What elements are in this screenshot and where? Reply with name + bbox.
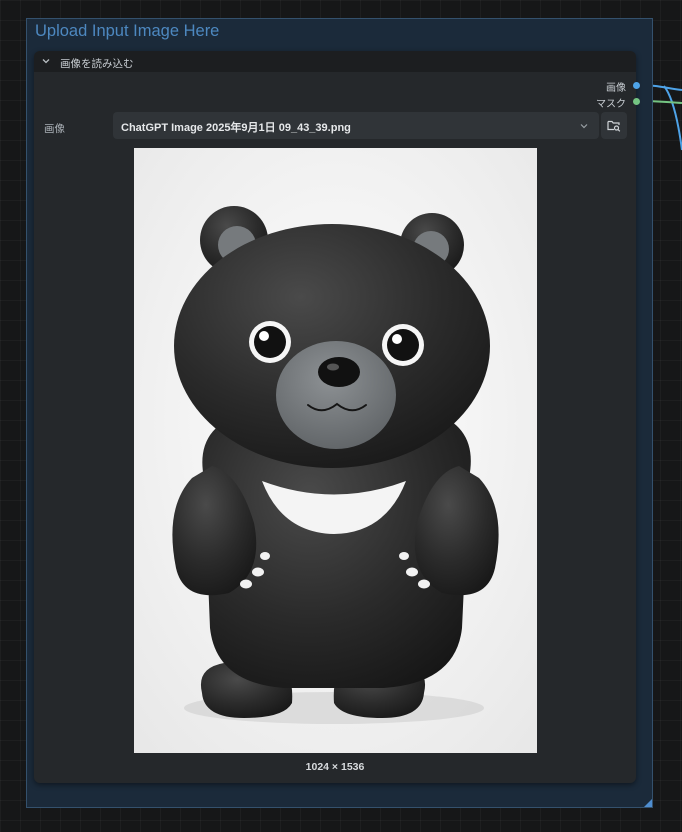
folder-search-icon [607, 120, 621, 132]
load-image-node[interactable]: 画像を読み込む 画像 マスク 画像 ChatGPT Image 2025年9月1… [34, 51, 640, 783]
node-header[interactable]: 画像を読み込む [34, 51, 636, 72]
image-field-label: 画像 [44, 123, 65, 135]
image-output-wire-down [663, 85, 682, 151]
image-select-value: ChatGPT Image 2025年9月1日 09_43_39.png [121, 122, 351, 134]
browse-folder-button[interactable] [601, 112, 627, 139]
group-resize-handle[interactable] [644, 799, 652, 807]
chevron-down-icon[interactable] [40, 55, 52, 67]
image-select[interactable]: ChatGPT Image 2025年9月1日 09_43_39.png [113, 112, 599, 139]
output-label-mask: マスク [596, 99, 626, 110]
image-preview [134, 148, 537, 753]
image-output-port[interactable] [633, 82, 640, 89]
chevron-down-icon [580, 124, 588, 129]
bear-figurine-image [134, 148, 537, 753]
group-title[interactable]: Upload Input Image Here [35, 22, 219, 41]
output-label-image: 画像 [606, 83, 626, 94]
image-dimensions: 1024 × 1536 [305, 761, 365, 773]
node-title: 画像を読み込む [60, 58, 134, 70]
mask-output-port[interactable] [633, 98, 640, 105]
